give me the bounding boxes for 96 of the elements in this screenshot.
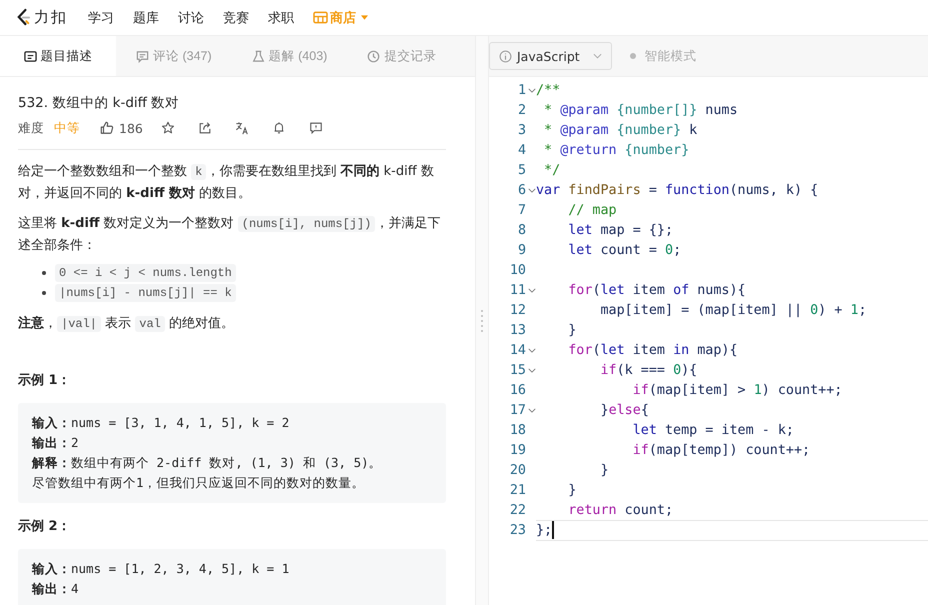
code-line: map[item] = (map[item] || 0) + 1; (599, 302, 867, 318)
code-line: if(k === 0){ (599, 362, 698, 378)
nav-link[interactable]: 求职 (268, 8, 294, 26)
code-line: } (567, 482, 576, 498)
fold-chevron-icon[interactable] (528, 408, 536, 412)
code-line: } (567, 322, 576, 338)
nav-link[interactable]: 题库 (133, 8, 159, 26)
fold-chevron-icon[interactable] (528, 368, 536, 372)
fold-chevron-icon[interactable] (528, 88, 536, 92)
logo-icon (16, 8, 31, 27)
description-paragraph: 这里将 k-diff 数对定义为一个整数对 (nums[i], nums[j]) ，并满足下述全部条件： (18, 215, 442, 255)
comment-icon (136, 50, 149, 62)
line-number: 12 (508, 302, 526, 318)
code-line: for(let item in map){ (567, 342, 738, 358)
star-icon[interactable] (160, 121, 175, 135)
code-line: let temp = item - k; (632, 422, 794, 438)
code-line: if(map[item] > 1) count++; (632, 382, 842, 398)
line-number: 8 (516, 222, 526, 238)
example-line: 解释：数组中有两个 2-diff 数对, (1, 3) 和 (3, 5)。 (32, 454, 383, 472)
translate-icon[interactable] (234, 121, 249, 135)
problem-title: 532. 数组中的 k-diff 数对 (18, 94, 180, 113)
bullet-icon (42, 271, 46, 275)
line-number: 5 (516, 162, 526, 178)
line-number: 9 (516, 242, 526, 258)
language-select[interactable]: JavaScript (489, 42, 612, 70)
bullet-icon (42, 291, 46, 295)
line-number: 18 (508, 422, 526, 438)
line-number: 17 (508, 402, 526, 418)
code-line: * @param {number} k (543, 122, 698, 138)
code-line: * @return {number} (543, 142, 690, 158)
thumbs-up-icon (100, 121, 114, 135)
code-line: * @param {number[]} nums (543, 102, 738, 118)
difficulty-level: 中等 (54, 120, 80, 136)
line-number: 3 (516, 122, 526, 138)
code-line: }else{ (599, 402, 649, 418)
line-number: 20 (508, 462, 526, 478)
example-line: 输入：nums = [1, 2, 3, 4, 5], k = 1 (32, 560, 290, 578)
example-line: 输入：nums = [3, 1, 4, 1, 5], k = 2 (32, 414, 290, 432)
panel-resize-handle[interactable] (475, 36, 489, 605)
flask-icon (252, 50, 265, 62)
bell-icon[interactable] (272, 121, 286, 135)
clock-icon (367, 50, 380, 62)
difficulty-label: 难度 (18, 120, 44, 136)
nav-link[interactable]: 竞赛 (223, 8, 249, 26)
code-line: var findPairs = function(nums, k) { (536, 182, 818, 198)
code-line: // map (567, 202, 617, 218)
note-paragraph: 注意， |val| 表示 val 的绝对值。 (18, 314, 236, 334)
line-number: 14 (508, 342, 526, 358)
fold-chevron-icon[interactable] (528, 348, 536, 352)
line-number: 23 (508, 522, 526, 538)
smart-mode-label: 智能模式 (644, 48, 697, 64)
code-line: */ (543, 162, 560, 178)
line-number: 15 (508, 362, 526, 378)
code-line: let map = {}; (567, 222, 674, 238)
code-line: }; (536, 522, 552, 538)
condition-item: |nums[i] - nums[j]| == k (55, 284, 236, 302)
line-number: 2 (516, 102, 526, 118)
fold-chevron-icon[interactable] (528, 288, 536, 292)
logo-text[interactable]: 力扣 (34, 8, 68, 27)
line-number: 6 (516, 182, 526, 198)
fold-chevron-icon[interactable] (528, 188, 536, 192)
code-line: if(map[temp]) count++; (632, 442, 810, 458)
chevron-down-icon (592, 53, 602, 59)
code-line: for(let item of nums){ (567, 282, 746, 298)
example-heading: 示例 2： (18, 518, 72, 536)
nav-link[interactable]: 讨论 (178, 8, 204, 26)
example-line: 输出：4 (32, 580, 80, 598)
code-line: let count = 0; (567, 242, 682, 258)
line-number: 4 (516, 142, 526, 158)
line-number: 1 (516, 82, 526, 98)
condition-item: 0 <= i < j < nums.length (55, 264, 236, 282)
line-number: 16 (508, 382, 526, 398)
like-button[interactable]: 186 (100, 120, 143, 136)
line-number: 21 (508, 482, 526, 498)
store-icon (313, 11, 328, 24)
example-heading: 示例 1： (18, 372, 72, 390)
line-number: 7 (516, 202, 526, 218)
line-number: 10 (508, 262, 526, 278)
example-line: 输出：2 (32, 434, 80, 452)
info-icon (499, 50, 512, 62)
line-number: 13 (508, 322, 526, 338)
caret-icon (361, 15, 368, 20)
description-paragraph: 给定一个整数数组和一个整数 k ，你需要在数组里找到 不同的 k-diff 数对，并返回不同的 k-diff 数对 的数目。 (18, 163, 435, 203)
code-line: } (599, 462, 609, 478)
nav-link[interactable]: 学习 (88, 8, 114, 26)
code-line: /** (536, 82, 560, 98)
share-icon[interactable] (198, 121, 212, 135)
line-number: 11 (508, 282, 526, 298)
line-number: 22 (508, 502, 526, 518)
line-number: 19 (508, 442, 526, 458)
document-icon (24, 50, 36, 62)
code-line: return count; (567, 502, 674, 518)
example-line: 尽管数组中有两个1，但我们只应返回不同的数对的数量。 (32, 474, 366, 492)
text-cursor (552, 521, 554, 539)
tab[interactable]: 题目描述 (0, 36, 116, 76)
feedback-icon[interactable] (308, 121, 323, 135)
